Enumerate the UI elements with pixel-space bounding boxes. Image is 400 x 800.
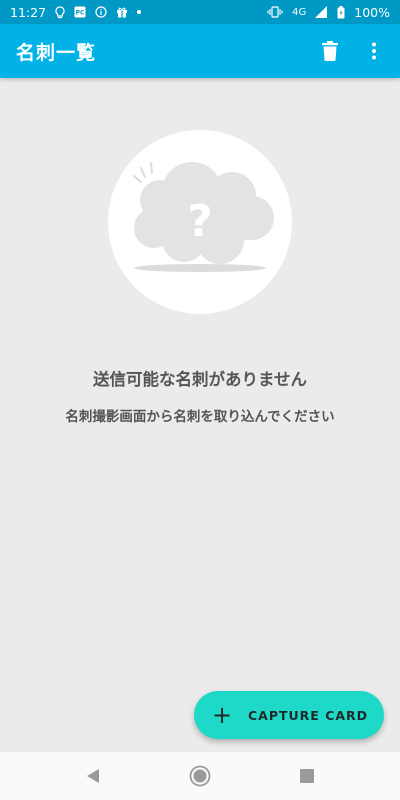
status-right: 4G 100% xyxy=(267,5,390,20)
svg-text:PC: PC xyxy=(76,10,85,17)
status-bar: 11:27 PC 4G 100% xyxy=(0,0,400,24)
page-title: 名刺一覧 xyxy=(16,41,97,64)
dot-icon xyxy=(137,10,142,14)
status-left: 11:27 PC xyxy=(10,4,142,20)
lightbulb-icon xyxy=(55,5,65,19)
vibrate-icon xyxy=(267,6,283,18)
info-icon xyxy=(95,6,107,18)
pc-icon: PC xyxy=(74,6,86,18)
delete-icon xyxy=(322,41,338,61)
nav-home-button[interactable] xyxy=(180,756,220,796)
app-bar: 名刺一覧 xyxy=(0,24,400,78)
empty-state-illustration: ? xyxy=(108,130,292,314)
plus-icon: + xyxy=(212,701,233,729)
capture-card-button[interactable]: + CAPTURE CARD xyxy=(194,691,384,739)
nav-back-button[interactable] xyxy=(73,756,113,796)
empty-state-subtitle: 名刺撮影画面から名刺を取り込んでください xyxy=(65,409,335,425)
delete-button[interactable] xyxy=(314,35,346,67)
battery-icon xyxy=(337,5,345,19)
battery-level: 100% xyxy=(354,4,390,20)
empty-state-title: 送信可能な名刺がありません xyxy=(92,370,307,389)
more-vert-icon xyxy=(372,42,376,60)
home-icon xyxy=(189,765,211,787)
capture-card-label: CAPTURE CARD xyxy=(248,707,369,723)
network-type: 4G xyxy=(292,6,307,18)
gift-icon xyxy=(116,6,128,18)
signal-icon xyxy=(315,6,328,18)
recents-icon xyxy=(299,769,314,783)
app-bar-actions xyxy=(314,35,390,67)
back-icon xyxy=(87,769,100,783)
svg-text:?: ? xyxy=(187,196,213,247)
more-options-button[interactable] xyxy=(358,35,390,67)
status-time: 11:27 xyxy=(10,4,47,20)
navigation-bar xyxy=(0,752,400,800)
screen: 11:27 PC 4G 100% 名刺一覧 ? 送信可能な名刺がありません 名刺… xyxy=(0,0,400,800)
question-cloud-icon: ? xyxy=(133,162,274,272)
nav-recents-button[interactable] xyxy=(287,756,327,796)
